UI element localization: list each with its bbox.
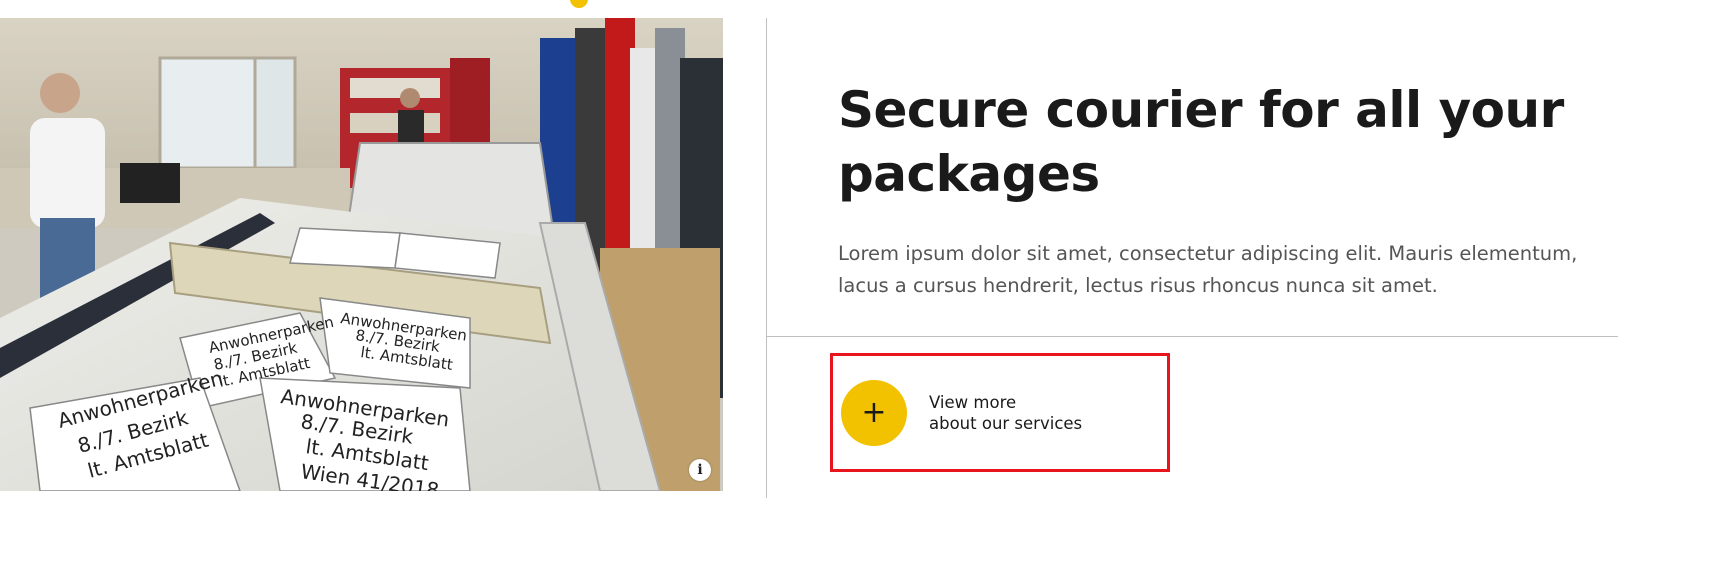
horizontal-divider <box>766 336 1618 337</box>
image-info-icon[interactable]: i <box>689 459 711 481</box>
cta-line-2: about our services <box>929 413 1083 433</box>
section-body-text: Lorem ipsum dolor sit amet, consectetur … <box>838 242 1578 297</box>
accent-dot <box>570 0 588 8</box>
cta-label[interactable]: View more about our services <box>929 392 1082 434</box>
cta-line-1: View more <box>929 392 1017 412</box>
vertical-divider <box>766 18 767 498</box>
view-more-services-button[interactable]: + View more about our services <box>830 353 1170 472</box>
workshop-illustration: Anwohnerparken 8./7. Bezirk lt. Amtsblat… <box>0 18 723 491</box>
page: Anwohnerparken 8./7. Bezirk lt. Amtsblat… <box>0 0 1733 583</box>
section-heading: Secure courier for all your packages <box>838 81 1564 203</box>
plus-icon: + <box>861 394 887 430</box>
hero-photo: Anwohnerparken 8./7. Bezirk lt. Amtsblat… <box>0 18 723 491</box>
plus-circle-button[interactable]: + <box>841 379 907 446</box>
